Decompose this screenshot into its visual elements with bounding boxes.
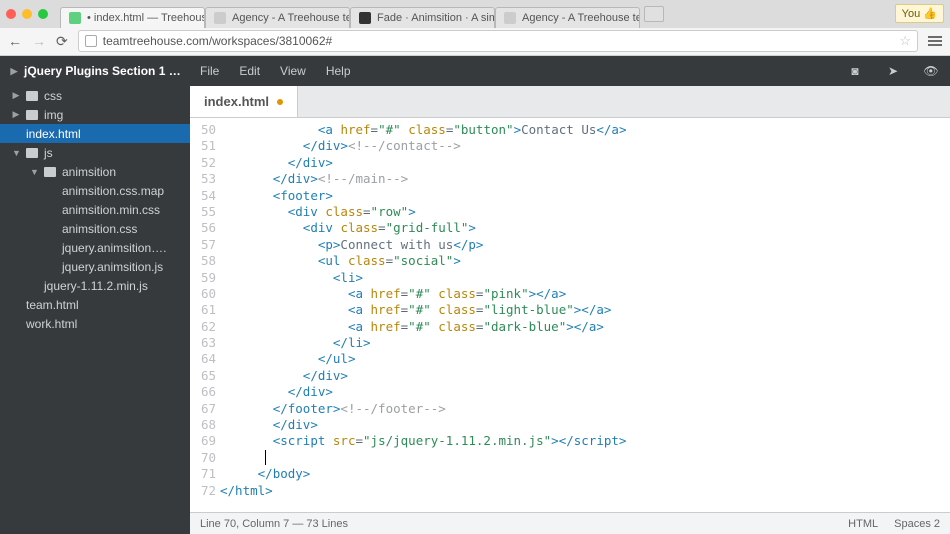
file-tree-sidebar: ▶ jQuery Plugins Section 1 … ▶ css ▶ img ind… bbox=[0, 56, 190, 534]
folder-item[interactable]: ▼ animsition bbox=[0, 162, 190, 181]
chevron-right-icon: ▶ bbox=[12, 109, 20, 120]
favicon bbox=[359, 12, 371, 24]
file-label: index.html bbox=[26, 127, 81, 141]
browser-tab[interactable]: Fade · Animsition · A simp…× bbox=[350, 7, 495, 28]
folder-item[interactable]: ▶ css bbox=[0, 86, 190, 105]
file-item[interactable]: index.html bbox=[0, 124, 190, 143]
forward-button[interactable]: → bbox=[32, 33, 46, 49]
minimize-window-icon[interactable] bbox=[22, 9, 32, 19]
browser-tab[interactable]: • index.html — Treehouse× bbox=[60, 7, 205, 28]
chevron-right-icon: ▶ bbox=[12, 90, 20, 101]
folder-icon bbox=[44, 167, 56, 177]
file-label: jquery.animsition.js bbox=[62, 260, 163, 274]
folder-icon bbox=[26, 110, 38, 120]
chevron-down-icon: ▼ bbox=[12, 148, 20, 158]
status-language[interactable]: HTML bbox=[848, 518, 878, 530]
tab-index-html[interactable]: index.html bbox=[190, 86, 298, 117]
close-window-icon[interactable] bbox=[6, 9, 16, 19]
favicon bbox=[504, 12, 516, 24]
favicon bbox=[214, 12, 226, 24]
folder-icon bbox=[26, 91, 38, 101]
menu-help[interactable]: Help bbox=[326, 64, 351, 78]
cursor-position: Line 70, Column 7 — 73 Lines bbox=[200, 518, 348, 530]
url-input[interactable] bbox=[103, 34, 894, 48]
folder-item[interactable]: ▼ js bbox=[0, 143, 190, 162]
bookmark-icon[interactable]: ☆ bbox=[899, 33, 911, 49]
unsaved-dot-icon bbox=[277, 99, 283, 105]
file-item[interactable]: animsition.css bbox=[0, 219, 190, 238]
preview-icon[interactable]: 👁 bbox=[922, 63, 940, 79]
browser-tab[interactable]: Agency - A Treehouse tem…× bbox=[495, 7, 640, 28]
file-label: jquery-1.11.2.min.js bbox=[44, 279, 148, 293]
back-button[interactable]: ← bbox=[8, 33, 22, 49]
file-item[interactable]: jquery.animsition…. bbox=[0, 238, 190, 257]
chevron-right-icon: ▶ bbox=[10, 66, 18, 77]
menu-edit[interactable]: Edit bbox=[239, 64, 260, 78]
file-item[interactable]: team.html bbox=[0, 295, 190, 314]
file-label: team.html bbox=[26, 298, 79, 312]
file-item[interactable]: animsition.min.css bbox=[0, 200, 190, 219]
user-badge[interactable]: You 👍 bbox=[895, 4, 944, 23]
file-label: animsition.min.css bbox=[62, 203, 160, 217]
camera-icon[interactable]: ◙ bbox=[846, 63, 864, 79]
code-editor[interactable]: 5051525354555657585960616263646566676869… bbox=[190, 118, 950, 512]
address-bar[interactable]: ☆ bbox=[78, 30, 918, 52]
file-label: animsition.css.map bbox=[62, 184, 164, 198]
status-bar: Line 70, Column 7 — 73 Lines HTML Spaces… bbox=[190, 512, 950, 534]
status-indentation[interactable]: Spaces 2 bbox=[894, 518, 940, 530]
file-label: img bbox=[44, 108, 63, 122]
chevron-down-icon: ▼ bbox=[30, 167, 38, 177]
file-label: animsition.css bbox=[62, 222, 137, 236]
reload-button[interactable]: ⟳ bbox=[56, 33, 68, 50]
folder-icon bbox=[26, 148, 38, 158]
browser-tab-bar: • index.html — Treehouse×Agency - A Tree… bbox=[0, 0, 950, 28]
file-item[interactable]: work.html bbox=[0, 314, 190, 333]
maximize-window-icon[interactable] bbox=[38, 9, 48, 19]
project-title[interactable]: ▶ jQuery Plugins Section 1 … bbox=[0, 56, 190, 86]
file-item[interactable]: jquery.animsition.js bbox=[0, 257, 190, 276]
file-label: work.html bbox=[26, 317, 77, 331]
file-item[interactable]: animsition.css.map bbox=[0, 181, 190, 200]
browser-menu-icon[interactable] bbox=[928, 36, 942, 46]
file-label: jquery.animsition…. bbox=[62, 241, 166, 255]
browser-nav-bar: ← → ⟳ ☆ bbox=[0, 28, 950, 56]
code-content[interactable]: <a href="#" class="button">Contact Us</a… bbox=[220, 118, 950, 512]
file-label: css bbox=[44, 89, 62, 103]
ide-menubar: File Edit View Help ◙ ➤ 👁 bbox=[190, 56, 950, 86]
file-label: animsition bbox=[62, 165, 116, 179]
folder-item[interactable]: ▶ img bbox=[0, 105, 190, 124]
pointer-icon[interactable]: ➤ bbox=[884, 63, 902, 79]
menu-file[interactable]: File bbox=[200, 64, 219, 78]
menu-view[interactable]: View bbox=[280, 64, 306, 78]
line-gutter: 5051525354555657585960616263646566676869… bbox=[190, 118, 220, 512]
file-label: js bbox=[44, 146, 53, 160]
window-controls bbox=[6, 9, 48, 19]
favicon bbox=[69, 12, 81, 24]
file-item[interactable]: jquery-1.11.2.min.js bbox=[0, 276, 190, 295]
page-icon bbox=[85, 35, 97, 47]
document-tabs: index.html bbox=[190, 86, 950, 118]
new-tab-button[interactable] bbox=[644, 6, 664, 22]
browser-tab[interactable]: Agency - A Treehouse tem…× bbox=[205, 7, 350, 28]
